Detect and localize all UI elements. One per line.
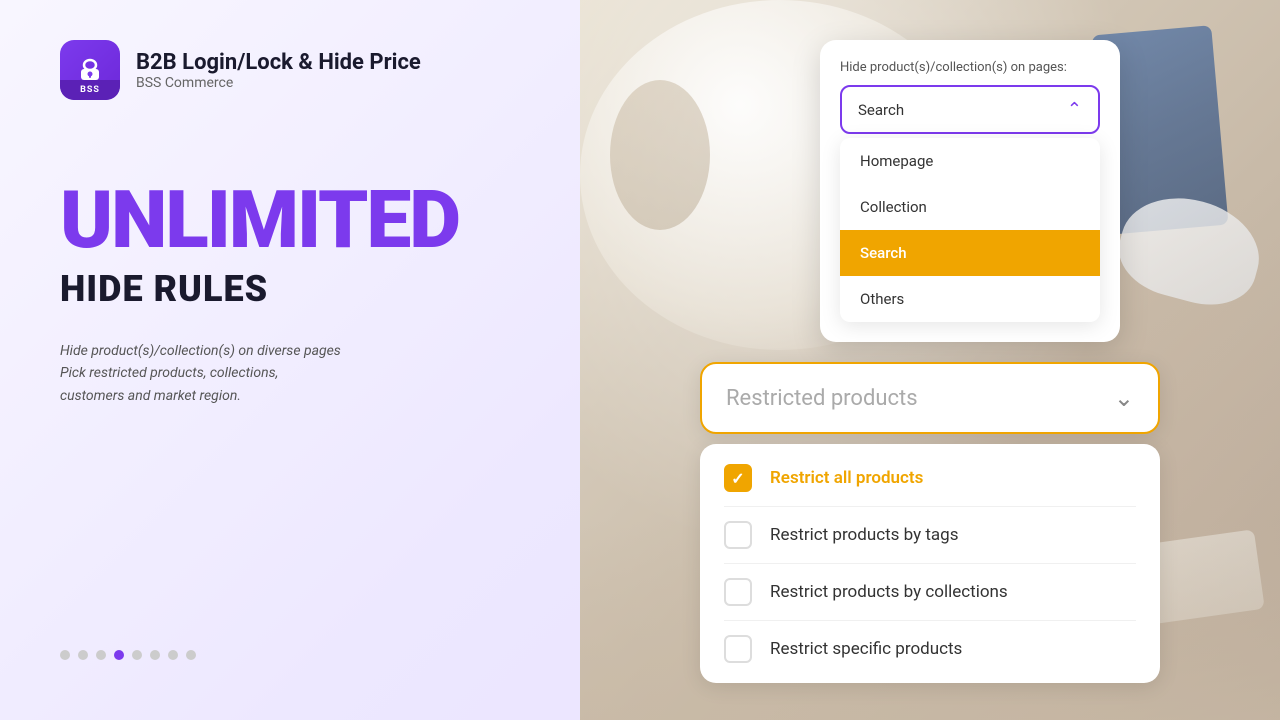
checkbox-specific-label: Restrict specific products — [770, 639, 962, 659]
checkbox-all-box[interactable] — [724, 464, 752, 492]
chevron-down-icon: ⌄ — [1114, 384, 1134, 412]
bss-label: BSS — [80, 85, 100, 95]
hero-title: UNLIMITED — [60, 180, 520, 260]
company-name: BSS Commerce — [136, 75, 421, 91]
checkbox-tags-box[interactable] — [724, 521, 752, 549]
hero-section: UNLIMITED HIDE RULES Hide product(s)/col… — [60, 180, 520, 407]
dot-3[interactable] — [96, 650, 106, 660]
checkbox-all-label: Restrict all products — [770, 468, 923, 488]
dropdown-selected-value: Search — [858, 101, 904, 119]
dot-7[interactable] — [168, 650, 178, 660]
right-panel: Hide product(s)/collection(s) on pages: … — [580, 0, 1280, 720]
dot-2[interactable] — [78, 650, 88, 660]
app-logo-icon: BSS — [60, 40, 120, 100]
ui-overlay: Hide product(s)/collection(s) on pages: … — [580, 0, 1280, 720]
hero-subtitle: HIDE RULES — [60, 268, 520, 310]
dropdown-label: Hide product(s)/collection(s) on pages: — [840, 60, 1100, 75]
chevron-up-icon: ⌃ — [1067, 99, 1082, 120]
dropdown-menu: Homepage Collection Search Others — [840, 138, 1100, 322]
checkbox-item-collections[interactable]: Restrict products by collections — [724, 564, 1136, 621]
pagination-dots — [60, 650, 520, 680]
app-name: B2B Login/Lock & Hide Price — [136, 50, 421, 75]
checkbox-collections-box[interactable] — [724, 578, 752, 606]
hero-description: Hide product(s)/collection(s) on diverse… — [60, 340, 520, 407]
checkbox-list-card: Restrict all products Restrict products … — [700, 444, 1160, 683]
checkbox-item-all[interactable]: Restrict all products — [724, 464, 1136, 507]
dot-6[interactable] — [150, 650, 160, 660]
restricted-products-label: Restricted products — [726, 386, 918, 411]
restricted-products-dropdown[interactable]: Restricted products ⌄ — [700, 362, 1160, 434]
checkbox-specific-box[interactable] — [724, 635, 752, 663]
checkbox-item-specific[interactable]: Restrict specific products — [724, 621, 1136, 663]
dropdown-option-search[interactable]: Search — [840, 230, 1100, 276]
dot-1[interactable] — [60, 650, 70, 660]
dot-8[interactable] — [186, 650, 196, 660]
checkbox-tags-label: Restrict products by tags — [770, 525, 959, 545]
logo-area: BSS B2B Login/Lock & Hide Price BSS Comm… — [60, 40, 520, 100]
dropdown-option-homepage[interactable]: Homepage — [840, 138, 1100, 184]
dropdown-card: Hide product(s)/collection(s) on pages: … — [820, 40, 1120, 342]
dot-4[interactable] — [114, 650, 124, 660]
left-panel: BSS B2B Login/Lock & Hide Price BSS Comm… — [0, 0, 580, 720]
checkbox-item-tags[interactable]: Restrict products by tags — [724, 507, 1136, 564]
logo-text: B2B Login/Lock & Hide Price BSS Commerce — [136, 50, 421, 91]
dropdown-option-others[interactable]: Others — [840, 276, 1100, 322]
dropdown-select-button[interactable]: Search ⌃ — [840, 85, 1100, 134]
dropdown-option-collection[interactable]: Collection — [840, 184, 1100, 230]
checkbox-collections-label: Restrict products by collections — [770, 582, 1008, 602]
dot-5[interactable] — [132, 650, 142, 660]
